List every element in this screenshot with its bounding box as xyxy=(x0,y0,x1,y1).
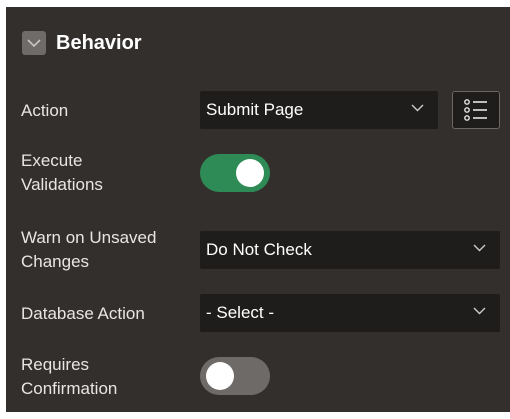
section-title: Behavior xyxy=(56,31,142,54)
database-action-row: Database Action - Select - xyxy=(6,294,510,334)
action-select-value: Submit Page xyxy=(206,100,304,119)
chevron-down-icon xyxy=(411,104,424,112)
requires-confirmation-label-line2: Confirmation xyxy=(21,379,118,398)
execute-validations-label-line1: Execute xyxy=(21,151,83,170)
toggle-knob xyxy=(236,159,264,187)
chevron-down-icon xyxy=(473,307,486,315)
requires-confirmation-label-line1: Requires xyxy=(21,355,90,374)
action-label: Action xyxy=(21,101,69,120)
warn-unsaved-label-line2: Changes xyxy=(21,252,90,271)
section-header: Behavior xyxy=(22,29,142,57)
chevron-down-icon xyxy=(473,244,486,252)
action-select[interactable]: Submit Page xyxy=(200,91,438,129)
requires-confirmation-row: Requires Confirmation xyxy=(6,354,510,404)
execute-validations-label-line2: Validations xyxy=(21,175,103,194)
warn-unsaved-label-line1: Warn on Unsaved xyxy=(21,228,157,247)
list-icon[interactable] xyxy=(452,91,500,129)
execute-validations-toggle[interactable] xyxy=(200,154,270,192)
warn-unsaved-select-value: Do Not Check xyxy=(206,240,312,259)
requires-confirmation-toggle[interactable] xyxy=(200,357,270,395)
action-row: Action Submit Page xyxy=(6,91,510,131)
execute-validations-row: Execute Validations xyxy=(6,150,510,200)
warn-unsaved-select[interactable]: Do Not Check xyxy=(200,231,500,269)
database-action-select[interactable]: - Select - xyxy=(200,294,500,332)
database-action-select-value: - Select - xyxy=(206,303,275,322)
warn-unsaved-row: Warn on Unsaved Changes Do Not Check xyxy=(6,227,510,277)
chevron-down-icon[interactable] xyxy=(22,31,46,55)
toggle-knob xyxy=(206,362,234,390)
database-action-label: Database Action xyxy=(21,304,145,323)
behavior-panel: Behavior Action Submit Page Execute Vali… xyxy=(6,7,510,412)
